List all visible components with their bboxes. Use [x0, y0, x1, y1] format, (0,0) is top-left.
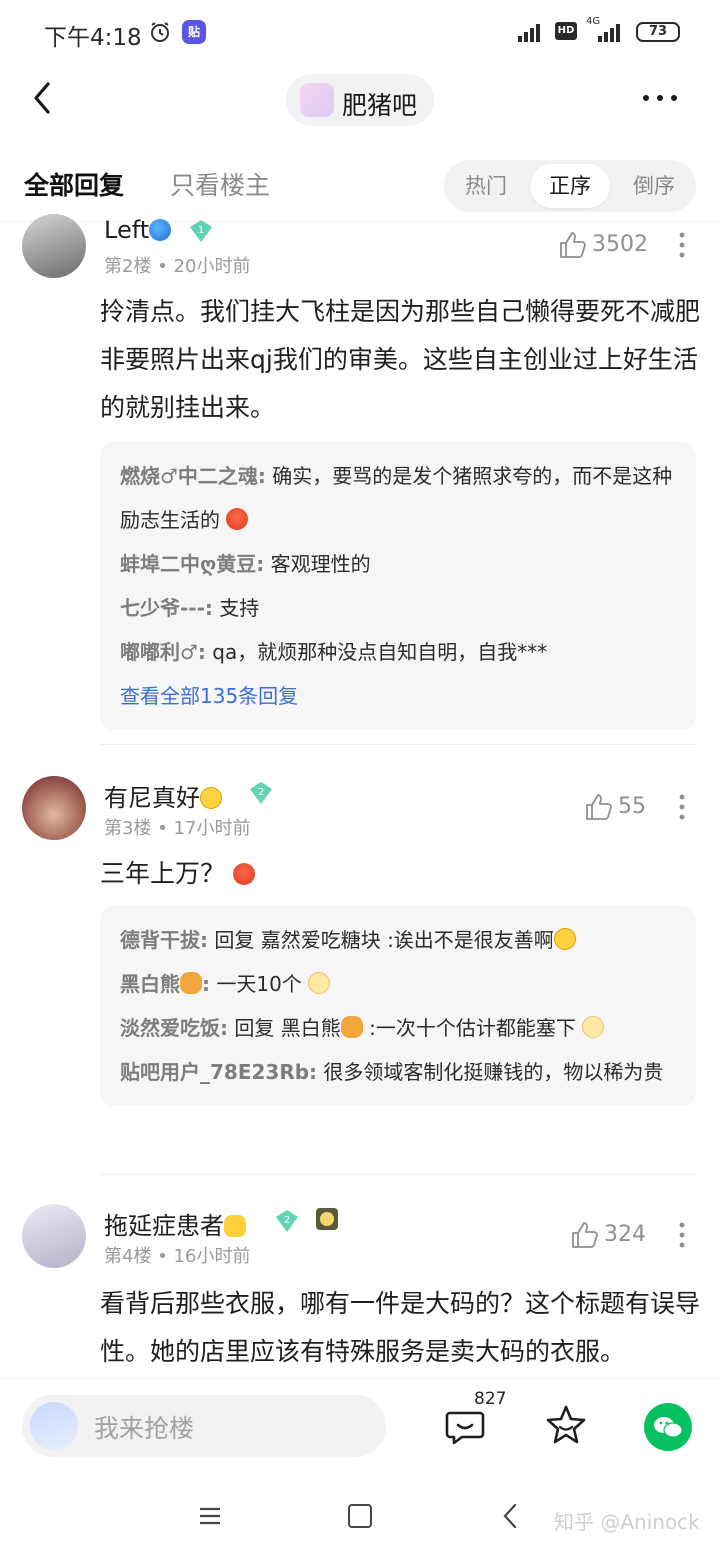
sort-ascending[interactable]: 正序 [530, 164, 610, 208]
svg-text:2: 2 [258, 787, 264, 798]
sort-toggle: 热门 正序 倒序 [444, 160, 696, 212]
tab-all-replies[interactable]: 全部回复 [24, 166, 124, 202]
sub-reply[interactable]: 德背干拔: 回复 嘉然爱吃糖块 :诶出不是很友善啊 [120, 918, 676, 962]
like-count: 55 [618, 794, 646, 819]
bottom-action-bar: 我来抢楼 827 [0, 1378, 720, 1474]
grin-emoji-icon [200, 787, 222, 809]
sub-replies-box[interactable]: 燃烧♂中二之魂: 确实，要骂的是发个猪照求夸的，而不是这种励志生活的 蚌埠二中ღ… [100, 442, 696, 730]
signal-icon [598, 24, 620, 42]
sub-reply[interactable]: 蚌埠二中ღ黄豆: 客观理性的 [120, 542, 676, 586]
status-time: 下午4:18 [44, 25, 142, 51]
home-icon[interactable] [348, 1504, 372, 1528]
tieba-notification-icon: 贴 [182, 20, 206, 44]
cat-emoji-icon [224, 1215, 246, 1237]
sub-reply[interactable]: 贴吧用户_78E23Rb: 很多领域客制化挺赚钱的，物以稀为贵 [120, 1050, 676, 1094]
forum-avatar [300, 83, 334, 117]
like-count: 324 [604, 1222, 646, 1247]
status-bar: 下午4:18 贴 HD 4G 73 [0, 0, 720, 64]
post-meta: 第4楼 • 16小时前 [104, 1246, 251, 1267]
level-badge-icon: 1 [190, 220, 212, 242]
wechat-share-icon[interactable] [644, 1403, 692, 1451]
sub-reply[interactable]: 燃烧♂中二之魂: 确实，要骂的是发个猪照求夸的，而不是这种励志生活的 [120, 454, 676, 542]
username[interactable]: Left [104, 216, 172, 244]
reply-post: 有尼真好 2 第3楼 • 17小时前 55 三年上万？ 德背干拔: 回复 嘉然爱… [0, 776, 720, 1176]
top-nav-bar: 肥猪吧 [0, 64, 720, 136]
thumbs-up-icon[interactable] [558, 230, 588, 260]
post-meta: 第2楼 • 20小时前 [104, 256, 251, 277]
comment-icon[interactable] [444, 1405, 486, 1447]
thumbs-up-icon[interactable] [570, 1220, 600, 1250]
svg-text:1: 1 [198, 225, 204, 236]
recent-apps-icon[interactable] [198, 1506, 222, 1526]
username[interactable]: 拖延症患者 [104, 1206, 246, 1241]
kebab-menu-icon[interactable] [678, 794, 686, 820]
sub-reply[interactable]: 黑白熊: 一天10个 [120, 962, 676, 1006]
avatar[interactable] [22, 214, 86, 278]
hd-badge: HD [555, 22, 577, 40]
system-nav-bar: 知乎 @Aninock [0, 1474, 720, 1560]
more-icon[interactable] [640, 88, 680, 108]
favorite-star-icon[interactable] [544, 1403, 588, 1447]
svg-text:2: 2 [284, 1215, 290, 1226]
comment-count: 827 [474, 1389, 507, 1409]
sort-hot[interactable]: 热门 [446, 164, 526, 208]
reply-input[interactable]: 我来抢楼 [22, 1395, 386, 1457]
angry-emoji-icon [232, 863, 255, 885]
shy-emoji-icon [308, 972, 331, 994]
sub-reply[interactable]: 淡然爱吃饭: 回复 黑白熊 :一次十个估计都能塞下 [120, 1006, 676, 1050]
achievement-badge-icon [316, 1208, 338, 1230]
reply-placeholder: 我来抢楼 [94, 1414, 195, 1443]
alarm-icon [151, 22, 169, 42]
post-body: 三年上万？ [100, 850, 700, 898]
sub-reply[interactable]: 七少爷---: 支持 [120, 586, 676, 630]
kebab-menu-icon[interactable] [678, 232, 686, 258]
thumbs-up-icon[interactable] [584, 792, 614, 822]
signal-icon [518, 24, 540, 42]
sub-reply[interactable]: 嘟嘟利♂: qa，就烦那种没点自知自明，自我*** [120, 630, 676, 674]
battery-indicator: 73 [636, 22, 680, 42]
reply-post: Left 1 第2楼 • 20小时前 3502 拎清点。我们挂大飞柱是因为那些自… [0, 214, 720, 745]
globe-emoji-icon [149, 219, 172, 241]
system-back-icon[interactable] [502, 1502, 518, 1530]
dog-emoji-icon [180, 972, 202, 994]
smile-emoji-icon [553, 928, 576, 950]
angry-emoji-icon [226, 508, 249, 530]
back-arrow-icon[interactable] [26, 78, 60, 118]
kebab-menu-icon[interactable] [678, 1222, 686, 1248]
forum-chip[interactable]: 肥猪吧 [286, 74, 434, 126]
avatar[interactable] [22, 1204, 86, 1268]
watermark: 知乎 @Aninock [554, 1510, 700, 1534]
level-badge-icon: 2 [250, 782, 272, 804]
avatar[interactable] [22, 776, 86, 840]
post-meta: 第3楼 • 17小时前 [104, 818, 251, 839]
like-count: 3502 [592, 232, 648, 257]
level-badge-icon: 2 [276, 1210, 298, 1232]
sub-replies-box[interactable]: 德背干拔: 回复 嘉然爱吃糖块 :诶出不是很友善啊 黑白熊: 一天10个 淡然爱… [100, 906, 696, 1106]
shy-emoji-icon [582, 1016, 605, 1038]
tab-row: 全部回复 只看楼主 热门 正序 倒序 [0, 150, 720, 222]
divider [100, 744, 696, 745]
my-avatar [30, 1402, 78, 1450]
post-body: 拎清点。我们挂大飞柱是因为那些自己懒得要死不减肥非要照片出来qj我们的审美。这些… [100, 297, 701, 422]
forum-name: 肥猪吧 [342, 91, 418, 120]
view-all-replies-link[interactable]: 查看全部135条回复 [120, 674, 676, 718]
username[interactable]: 有尼真好 [104, 778, 222, 813]
reply-post: 拖延症患者 2 第4楼 • 16小时前 324 看背后那些衣服，哪有一件是大码的… [0, 1204, 720, 1378]
tab-op-only[interactable]: 只看楼主 [170, 166, 270, 202]
dog-emoji-icon [340, 1016, 363, 1038]
divider [100, 1174, 696, 1175]
post-body: 看背后那些衣服，哪有一件是大码的？这个标题有误导性。她的店里应该有特殊服务是卖大… [100, 1289, 701, 1366]
sort-descending[interactable]: 倒序 [614, 164, 694, 208]
